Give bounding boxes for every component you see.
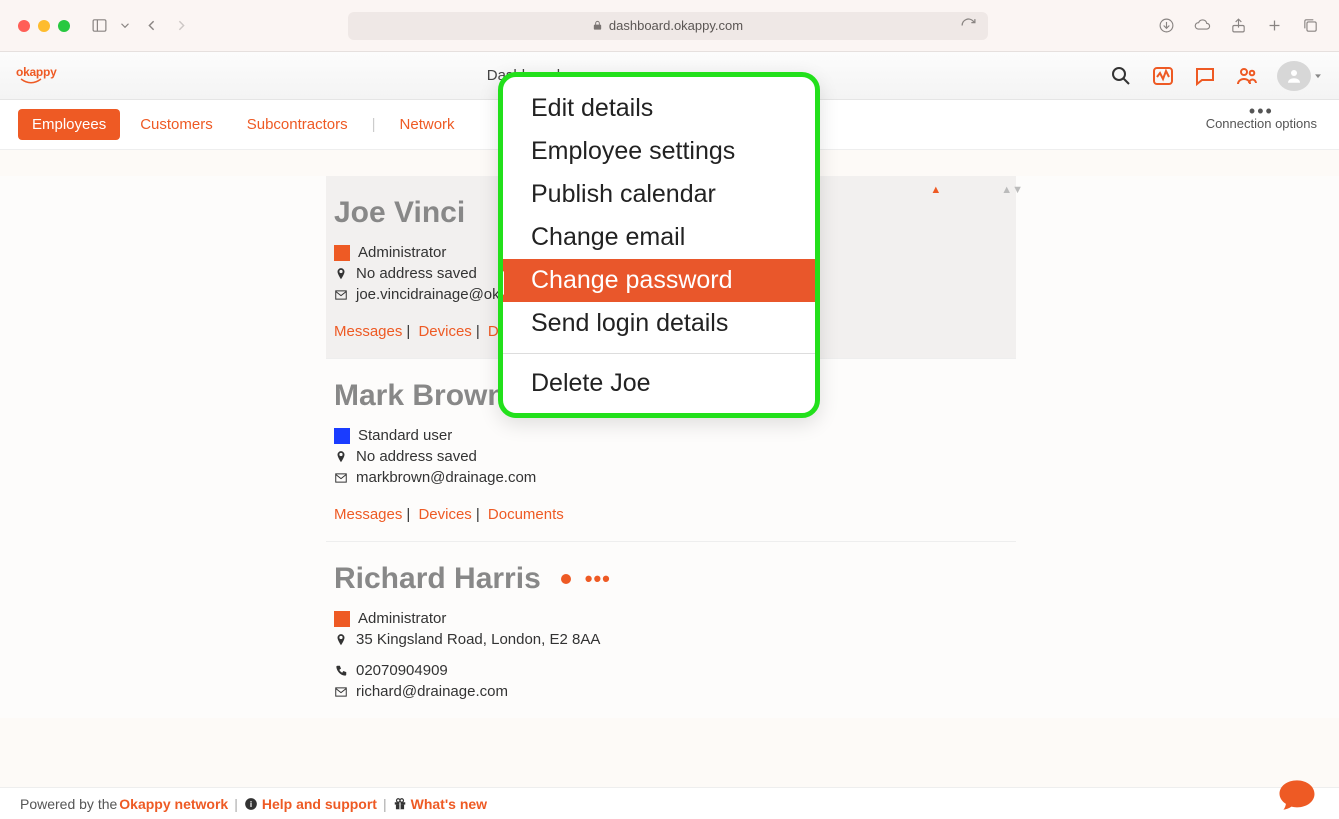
minimize-window-button[interactable] xyxy=(38,20,50,32)
tab-employees[interactable]: Employees xyxy=(18,109,120,140)
menu-change-password[interactable]: Change password xyxy=(503,259,815,302)
url-bar[interactable]: dashboard.okappy.com xyxy=(348,12,988,40)
devices-link[interactable]: Devices xyxy=(418,323,471,340)
employee-name: Joe Vinci xyxy=(334,196,465,230)
pin-icon xyxy=(334,450,348,464)
messages-link[interactable]: Messages xyxy=(334,323,402,340)
employee-context-menu: Edit details Employee settings Publish c… xyxy=(498,72,820,418)
sort-asc-icon[interactable]: ▲ xyxy=(930,184,941,196)
employee-name: Mark Brown xyxy=(334,379,506,413)
menu-separator xyxy=(503,353,815,354)
header-right xyxy=(1109,61,1323,91)
role-color-icon xyxy=(334,428,350,444)
email-icon xyxy=(334,288,348,302)
tab-network[interactable]: Network xyxy=(386,109,469,140)
support-chat-button[interactable] xyxy=(1277,777,1317,811)
sort-controls: ▲ ▲▼ xyxy=(930,184,1023,196)
avatar xyxy=(1277,61,1311,91)
employee-address: 35 Kingsland Road, London, E2 8AA xyxy=(356,631,600,648)
browser-chrome: dashboard.okappy.com xyxy=(0,0,1339,52)
connection-options-button[interactable]: ••• Connection options xyxy=(1206,106,1317,131)
downloads-icon[interactable] xyxy=(1155,15,1177,37)
menu-send-login-details[interactable]: Send login details xyxy=(503,302,815,345)
phone-icon xyxy=(334,664,348,678)
svg-text:i: i xyxy=(250,799,252,808)
new-tab-icon[interactable] xyxy=(1263,15,1285,37)
lock-icon xyxy=(592,20,603,31)
cloud-icon[interactable] xyxy=(1191,15,1213,37)
devices-link[interactable]: Devices xyxy=(418,506,471,523)
employee-address: No address saved xyxy=(356,265,477,282)
tab-customers[interactable]: Customers xyxy=(126,109,227,140)
close-window-button[interactable] xyxy=(18,20,30,32)
info-icon: i xyxy=(244,797,258,811)
pin-icon xyxy=(334,633,348,647)
forward-button[interactable] xyxy=(170,15,192,37)
whats-new-link[interactable]: What's new xyxy=(411,796,487,812)
svg-text:okappy: okappy xyxy=(16,65,57,79)
browser-toolbar-right xyxy=(1155,15,1321,37)
sidebar-toggle-icon[interactable] xyxy=(88,15,110,37)
divider: | xyxy=(368,116,380,133)
email-icon xyxy=(334,685,348,699)
employee-links: Messages| Devices| Documents xyxy=(334,506,1016,523)
employee-phone: 02070904909 xyxy=(356,662,448,679)
sort-toggle-icon[interactable]: ▲▼ xyxy=(1001,184,1023,196)
documents-link[interactable]: Documents xyxy=(488,506,564,523)
employee-role: Standard user xyxy=(358,427,452,444)
chevron-down-icon xyxy=(1313,71,1323,81)
okappy-network-link[interactable]: Okappy network xyxy=(119,796,228,812)
tab-subcontractors[interactable]: Subcontractors xyxy=(233,109,362,140)
tabs-icon[interactable] xyxy=(1299,15,1321,37)
pin-icon xyxy=(334,267,348,281)
menu-publish-calendar[interactable]: Publish calendar xyxy=(503,173,815,216)
activity-icon[interactable] xyxy=(1151,64,1175,88)
status-dot-icon xyxy=(561,574,571,584)
footer: Powered by the Okappy network | i Help a… xyxy=(0,787,1339,819)
gift-icon xyxy=(393,797,407,811)
ellipsis-icon: ••• xyxy=(1206,106,1317,116)
help-link[interactable]: Help and support xyxy=(262,796,377,812)
menu-change-email[interactable]: Change email xyxy=(503,216,815,259)
email-icon xyxy=(334,471,348,485)
chat-icon[interactable] xyxy=(1193,64,1217,88)
window-controls xyxy=(18,20,70,32)
menu-edit-details[interactable]: Edit details xyxy=(503,87,815,130)
back-button[interactable] xyxy=(140,15,162,37)
role-color-icon xyxy=(334,611,350,627)
refresh-icon[interactable] xyxy=(958,15,980,37)
user-menu[interactable] xyxy=(1277,61,1323,91)
menu-delete-employee[interactable]: Delete Joe xyxy=(503,362,815,405)
connection-options-label: Connection options xyxy=(1206,116,1317,131)
menu-employee-settings[interactable]: Employee settings xyxy=(503,130,815,173)
share-icon[interactable] xyxy=(1227,15,1249,37)
employee-email: markbrown@drainage.com xyxy=(356,469,536,486)
employee-role: Administrator xyxy=(358,610,446,627)
employee-address: No address saved xyxy=(356,448,477,465)
chevron-down-icon[interactable] xyxy=(118,15,132,37)
employee-name: Richard Harris xyxy=(334,562,541,596)
search-icon[interactable] xyxy=(1109,64,1133,88)
role-color-icon xyxy=(334,245,350,261)
url-text: dashboard.okappy.com xyxy=(609,18,743,33)
employee-card[interactable]: Richard Harris ••• Administrator 35 King… xyxy=(326,542,1016,718)
employee-menu-button[interactable]: ••• xyxy=(585,566,611,592)
team-icon[interactable] xyxy=(1235,64,1259,88)
brand-logo[interactable]: okappy xyxy=(16,61,76,91)
maximize-window-button[interactable] xyxy=(58,20,70,32)
messages-link[interactable]: Messages xyxy=(334,506,402,523)
employee-role: Administrator xyxy=(358,244,446,261)
employee-email: richard@drainage.com xyxy=(356,683,508,700)
powered-by-text: Powered by the xyxy=(20,796,117,812)
